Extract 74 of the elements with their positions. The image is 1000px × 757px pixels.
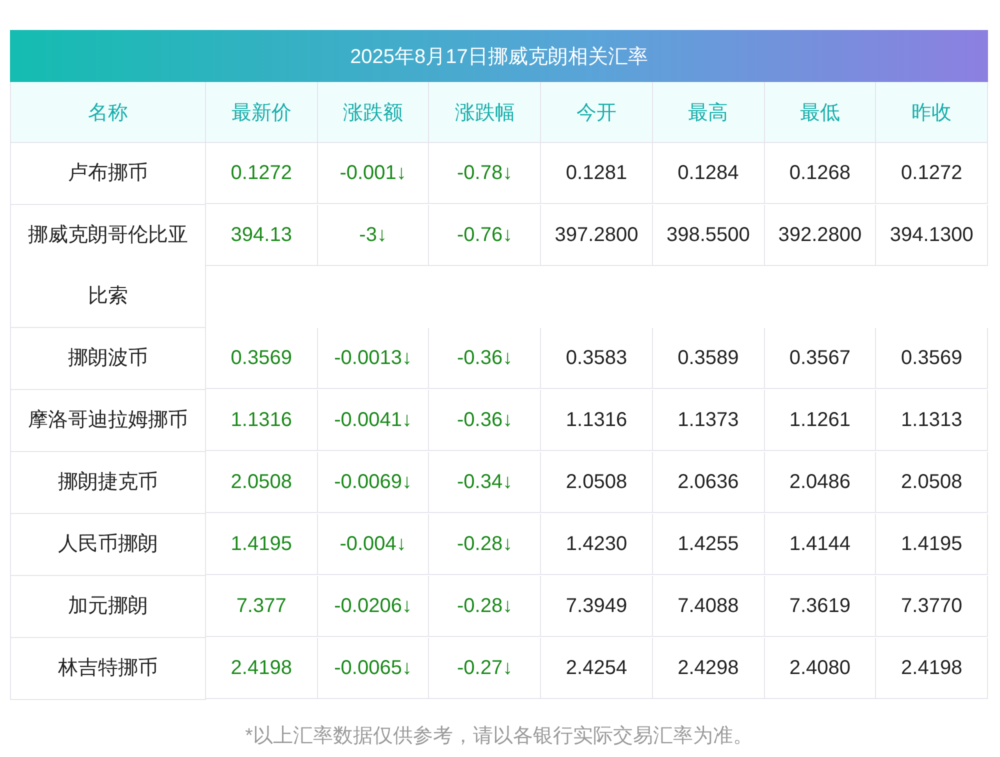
table-cell: 397.2800 <box>541 205 653 266</box>
table-cell: -0.78↓ <box>429 143 542 204</box>
table-cell: 392.2800 <box>764 205 876 266</box>
table-cell: 0.1272 <box>206 143 318 204</box>
currency-name: 挪朗波币 <box>11 328 206 390</box>
table-cell: 1.4195 <box>876 514 988 575</box>
currency-name: 林吉特挪币 <box>11 638 206 700</box>
table-cell: 7.4088 <box>652 576 765 637</box>
table-cell: 1.1373 <box>652 390 765 451</box>
table-cell: 0.1272 <box>876 143 988 204</box>
currency-name: 挪朗捷克币 <box>11 452 206 514</box>
table-cell: 0.3569 <box>876 328 988 389</box>
table-cell: 394.13 <box>206 205 318 266</box>
table-cell: 0.3567 <box>764 328 876 389</box>
table-cell: -0.001↓ <box>318 143 430 204</box>
table-cell: 394.1300 <box>876 205 988 266</box>
table-cell: 0.3589 <box>652 328 765 389</box>
table-cell: 7.377 <box>206 576 318 637</box>
table-cell: -0.36↓ <box>429 328 542 389</box>
table-cell: 7.3949 <box>541 576 653 637</box>
column-header: 今开 <box>541 82 653 143</box>
table-cell: 7.3619 <box>764 576 876 637</box>
table-cell: 0.1268 <box>764 143 876 204</box>
column-header: 涨跌幅 <box>429 82 542 143</box>
table-cell: -0.0041↓ <box>318 390 430 451</box>
column-header: 名称 <box>11 82 206 143</box>
table-cell: 398.5500 <box>652 205 765 266</box>
table-cell: 2.4198 <box>876 638 988 699</box>
table-cell: 1.4195 <box>206 514 318 575</box>
column-header: 昨收 <box>876 82 988 143</box>
table-cell: -0.76↓ <box>429 205 542 266</box>
currency-name: 挪威克朗哥伦比亚比索 <box>11 205 206 328</box>
currency-name: 加元挪朗 <box>11 576 206 638</box>
table-cell: 0.3583 <box>541 328 653 389</box>
table-title: 2025年8月17日挪威克朗相关汇率 <box>10 30 988 82</box>
table-cell: -0.28↓ <box>429 514 542 575</box>
table-cell: -0.0206↓ <box>318 576 430 637</box>
table-cell: 1.4255 <box>652 514 765 575</box>
table-cell: -0.0013↓ <box>318 328 430 389</box>
table-cell: -0.27↓ <box>429 638 542 699</box>
table-cell: -0.0065↓ <box>318 638 430 699</box>
currency-name: 卢布挪币 <box>11 143 206 205</box>
table-cell: 2.4254 <box>541 638 653 699</box>
table-cell: 0.1281 <box>541 143 653 204</box>
table-cell: 2.4080 <box>764 638 876 699</box>
table-cell: -0.34↓ <box>429 452 542 513</box>
table-cell: 2.0508 <box>876 452 988 513</box>
table-cell: 1.4230 <box>541 514 653 575</box>
table-cell: -0.28↓ <box>429 576 542 637</box>
column-header: 最低 <box>764 82 876 143</box>
table-cell: 0.1284 <box>652 143 765 204</box>
column-header: 涨跌额 <box>318 82 430 143</box>
table-cell: -0.0069↓ <box>318 452 430 513</box>
table-cell: -0.004↓ <box>318 514 430 575</box>
table-cell: 7.3770 <box>876 576 988 637</box>
table-cell: 2.0486 <box>764 452 876 513</box>
table-cell: 0.3569 <box>206 328 318 389</box>
table-cell: 2.4298 <box>652 638 765 699</box>
table-cell: 1.1316 <box>206 390 318 451</box>
table-cell: 2.0508 <box>541 452 653 513</box>
footnote: *以上汇率数据仅供参考，请以各银行实际交易汇率为准。 <box>244 724 754 749</box>
table-cell: 1.1316 <box>541 390 653 451</box>
table-cell: 1.4144 <box>764 514 876 575</box>
table-cell: 2.0636 <box>652 452 765 513</box>
column-header: 最新价 <box>206 82 318 143</box>
currency-name: 摩洛哥迪拉姆挪币 <box>11 390 206 452</box>
table-cell: 2.4198 <box>206 638 318 699</box>
column-header: 最高 <box>652 82 765 143</box>
table-cell: -0.36↓ <box>429 390 542 451</box>
table-cell: 1.1261 <box>764 390 876 451</box>
table-cell: 2.0508 <box>206 452 318 513</box>
currency-name: 人民币挪朗 <box>11 514 206 576</box>
table-cell: 1.1313 <box>876 390 988 451</box>
table-cell: -3↓ <box>318 205 430 266</box>
